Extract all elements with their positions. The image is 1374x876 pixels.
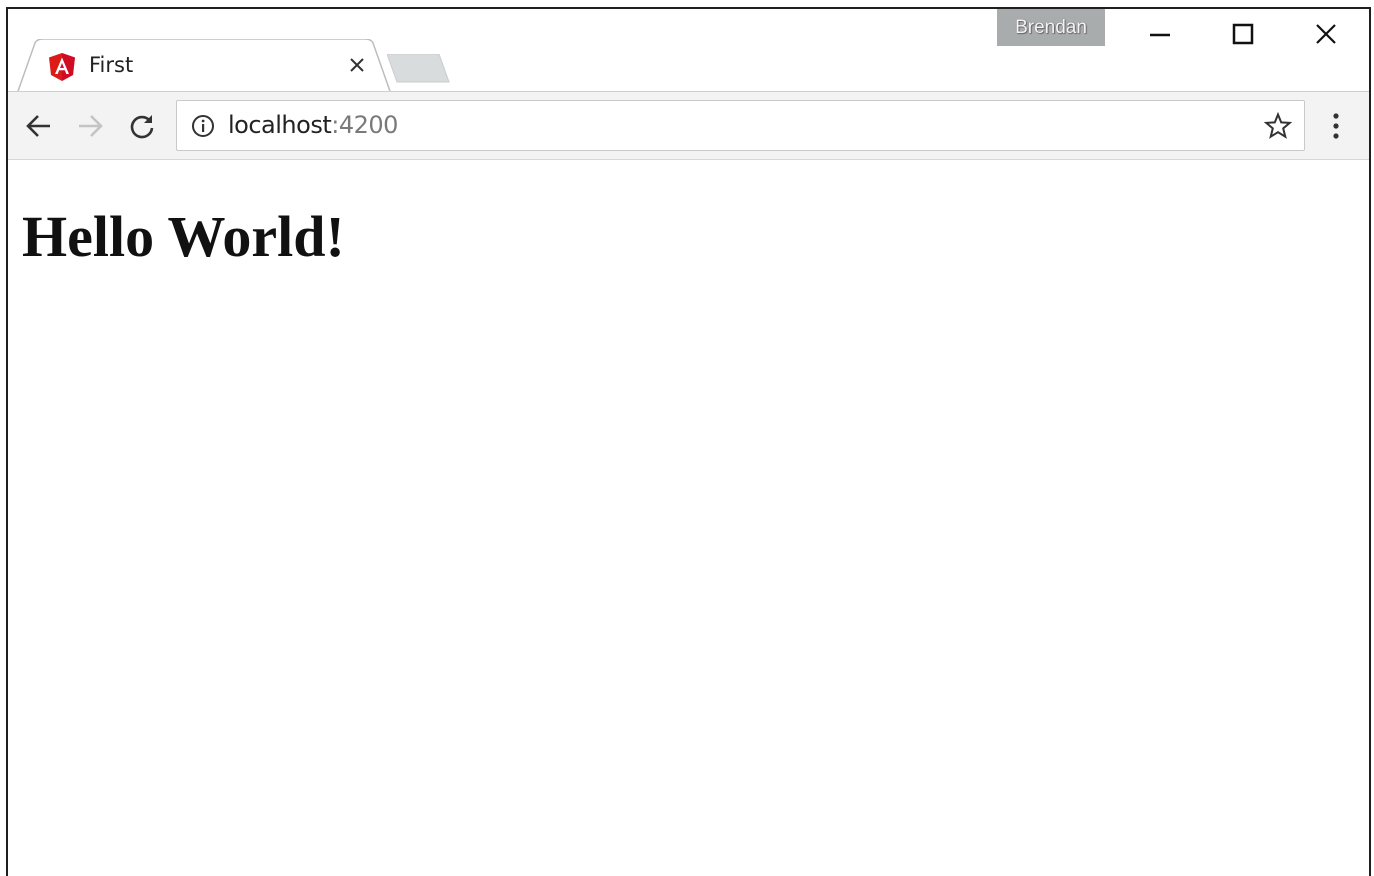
back-button[interactable] bbox=[21, 108, 57, 144]
arrow-left-icon bbox=[26, 115, 50, 137]
url-port: :4200 bbox=[331, 111, 398, 139]
arrow-right-icon bbox=[79, 115, 103, 137]
reload-icon bbox=[130, 115, 154, 139]
tab-close-button[interactable] bbox=[345, 53, 369, 77]
maximize-icon bbox=[1232, 23, 1254, 45]
browser-toolbar: localhost:4200 bbox=[8, 91, 1369, 160]
maximize-button[interactable] bbox=[1201, 9, 1285, 59]
tab-strip: First Brendan bbox=[8, 9, 1369, 94]
browser-window: First Brendan localhost:4200 Hello World… bbox=[6, 7, 1371, 876]
page-content: Hello World! bbox=[8, 161, 1369, 876]
url-host: localhost bbox=[228, 111, 332, 139]
minimize-icon bbox=[1150, 33, 1170, 37]
page-heading: Hello World! bbox=[22, 204, 345, 269]
window-close-button[interactable] bbox=[1284, 9, 1368, 59]
close-icon bbox=[350, 58, 364, 72]
address-bar[interactable]: localhost:4200 bbox=[176, 100, 1305, 151]
url-text[interactable]: localhost:4200 bbox=[228, 111, 398, 139]
close-icon bbox=[1316, 24, 1336, 44]
info-icon[interactable] bbox=[191, 114, 215, 138]
forward-button[interactable] bbox=[72, 108, 108, 144]
angular-icon bbox=[49, 53, 75, 81]
profile-badge[interactable]: Brendan bbox=[997, 9, 1105, 46]
tab-first[interactable]: First bbox=[17, 39, 391, 94]
tab-title: First bbox=[89, 53, 134, 77]
star-icon[interactable] bbox=[1264, 112, 1292, 140]
reload-button[interactable] bbox=[124, 108, 160, 144]
new-tab-button[interactable] bbox=[387, 54, 453, 84]
more-vertical-icon bbox=[1333, 113, 1339, 139]
menu-button[interactable] bbox=[1321, 108, 1351, 144]
minimize-button[interactable] bbox=[1118, 9, 1202, 59]
